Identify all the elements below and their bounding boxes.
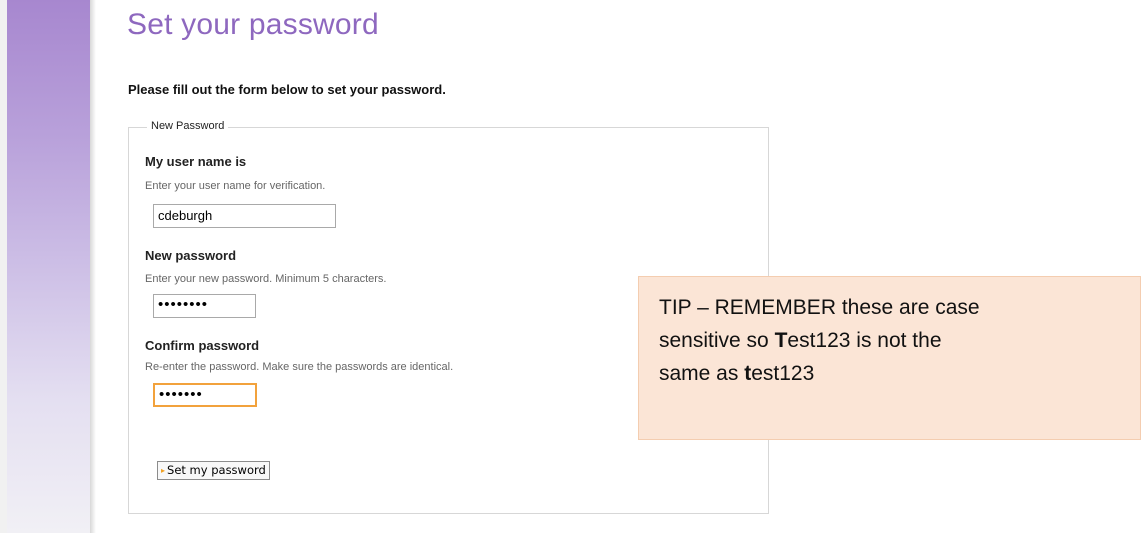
sidebar-shadow (90, 0, 96, 533)
sidebar-gradient (7, 0, 90, 533)
username-help: Enter your user name for verification. (145, 180, 326, 192)
set-password-button-label: Set my password (167, 463, 266, 477)
left-margin-strip (0, 0, 7, 533)
tip-line-3-start: same as (659, 362, 745, 385)
tip-line-3: same as test123 (659, 357, 1120, 390)
username-input[interactable]: cdeburgh (153, 204, 336, 228)
username-label: My user name is (145, 154, 247, 169)
new-password-help: Enter your new password. Minimum 5 chara… (145, 273, 387, 285)
confirm-password-input[interactable]: ••••••• (153, 383, 257, 407)
tip-line-2-end: est123 is not the (787, 329, 942, 352)
tip-line-1: TIP – REMEMBER these are case (659, 296, 980, 319)
page-title: Set your password (127, 8, 379, 41)
tip-emphasis-upper: T (774, 329, 788, 352)
tip-callout: TIP – REMEMBER these are case sensitive … (638, 276, 1141, 440)
form-intro-text: Please fill out the form below to set yo… (128, 82, 446, 97)
tip-line-2-start: sensitive so (659, 329, 775, 352)
new-password-input[interactable]: •••••••• (153, 294, 256, 318)
confirm-password-help: Re-enter the password. Make sure the pas… (145, 361, 454, 373)
tip-line-2: sensitive so Test123 is not the (659, 324, 1120, 357)
new-password-label: New password (145, 248, 237, 263)
arrow-bullet-icon: ▸ (161, 465, 166, 475)
fieldset-legend: New Password (147, 120, 229, 132)
set-password-button[interactable]: ▸ Set my password (157, 461, 270, 480)
tip-line-3-end: est123 (751, 362, 815, 385)
confirm-password-label: Confirm password (145, 338, 260, 353)
